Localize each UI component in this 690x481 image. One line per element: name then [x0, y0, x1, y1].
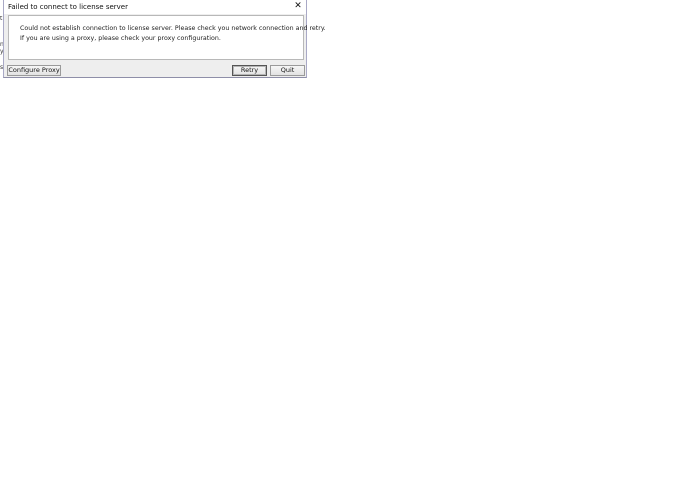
- close-icon[interactable]: ✕: [293, 1, 303, 12]
- quit-button[interactable]: Quit: [270, 65, 305, 76]
- retry-button[interactable]: Retry: [232, 65, 267, 76]
- error-message: Could not establish connection to licens…: [20, 24, 326, 43]
- configure-proxy-button[interactable]: Configure Proxy: [7, 65, 61, 76]
- dialog-title: Failed to connect to license server: [8, 3, 128, 11]
- dialog-titlebar[interactable]: Failed to connect to license server ✕: [4, 0, 306, 14]
- message-panel: Could not establish connection to licens…: [8, 15, 326, 60]
- license-error-dialog: Failed to connect to license server ✕ Co…: [3, 0, 326, 78]
- message-line: Could not establish connection to licens…: [20, 25, 326, 32]
- message-line: If you are using a proxy, please check y…: [20, 34, 221, 42]
